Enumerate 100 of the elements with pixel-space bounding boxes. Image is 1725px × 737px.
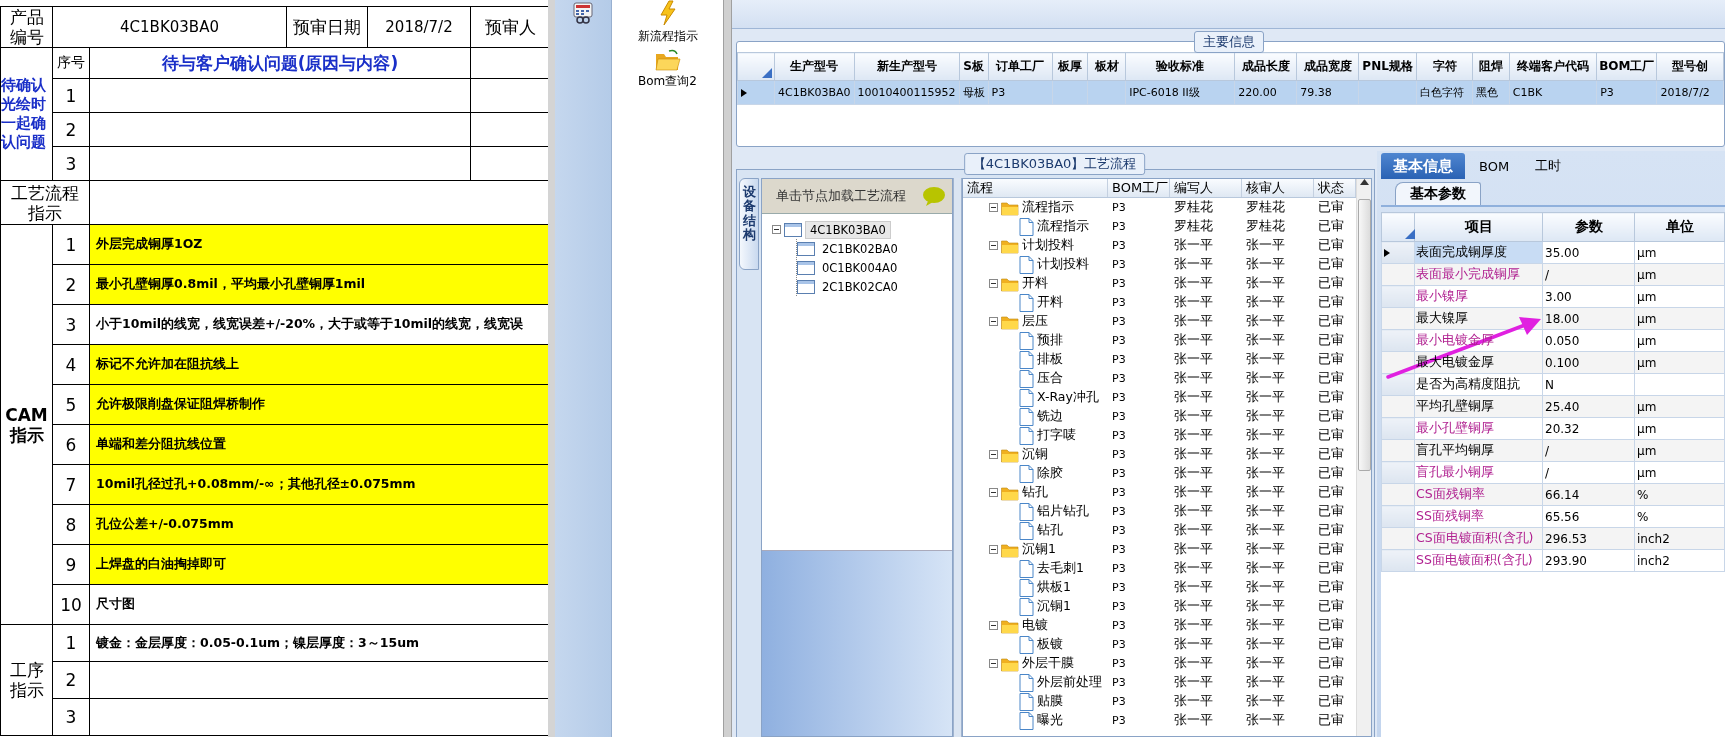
tree-node[interactable]: 开料 (1022, 275, 1048, 292)
scroll-thumb[interactable] (1357, 199, 1371, 471)
tree-node[interactable]: 0C1BK004A0 (818, 259, 902, 276)
collapse-icon[interactable] (989, 450, 998, 459)
tree-node[interactable]: 钻孔 (1022, 484, 1048, 501)
tree-node[interactable]: 层压 (1022, 313, 1048, 330)
column-header: 字符 (1416, 52, 1473, 81)
table-cell-text: 张一平 (1245, 674, 1286, 691)
tree-node[interactable]: 曝光 (1037, 712, 1063, 729)
table-cell: μm (1634, 285, 1725, 308)
table-cell-text: 张一平 (1173, 579, 1214, 596)
tree-node[interactable]: 去毛刺1 (1037, 560, 1084, 577)
tree-node[interactable]: 板镀 (1037, 636, 1063, 653)
table-cell-text: 张一平 (1173, 332, 1214, 349)
document-icon (1019, 502, 1034, 521)
tree-node[interactable]: 贴膜 (1037, 693, 1063, 710)
collapse-icon[interactable] (772, 225, 781, 234)
tree-node[interactable]: 流程指示 (1037, 218, 1089, 235)
table-cell-text: P3 (1111, 220, 1127, 233)
table-cell-text: 张一平 (1245, 636, 1286, 653)
toolbar-button[interactable]: 新流程指示 (635, 0, 700, 45)
tree-node[interactable]: 铣边 (1037, 408, 1063, 425)
collapse-icon[interactable] (989, 488, 998, 497)
table-cell-text: P3 (1111, 505, 1127, 518)
table-cell-text: 张一平 (1173, 560, 1214, 577)
tree-node[interactable]: 打字唛 (1037, 427, 1076, 444)
table-cell: CS面残铜率 (1416, 486, 1485, 501)
document-icon (1019, 597, 1034, 616)
tree-node[interactable]: 外层干膜 (1022, 655, 1074, 672)
tree-node[interactable]: 开料 (1037, 294, 1063, 311)
table-cell-text: 张一平 (1173, 522, 1214, 539)
tree-node[interactable]: 沉铜 (1022, 446, 1048, 463)
tree-node[interactable]: 2C1BK02CA0 (818, 278, 902, 295)
tree-node[interactable]: X-Ray冲孔 (1037, 389, 1099, 406)
table-cell-text: 张一平 (1245, 408, 1286, 425)
field-label: 预审日期 (286, 6, 368, 48)
table-cell-text: 张一平 (1173, 370, 1214, 387)
tree-node[interactable]: 电镀 (1022, 617, 1048, 634)
tree-node[interactable]: 沉铜1 (1037, 598, 1071, 615)
collapse-icon[interactable] (989, 659, 998, 668)
table-cell-text: P3 (1111, 695, 1127, 708)
row-number: 8 (52, 504, 90, 545)
table-cell-text: 罗桂花 (1173, 199, 1214, 216)
column-header: 单位 (1634, 212, 1725, 242)
instruction-text: 上焊盘的白油掏掉即可 (89, 544, 548, 585)
tree-node[interactable]: 烘板1 (1037, 579, 1071, 596)
column-header: 板厚 (1052, 52, 1088, 81)
side-tab[interactable]: 设备结构 (739, 178, 759, 270)
tab[interactable]: 基本信息 (1381, 153, 1465, 179)
table-cell-text: 张一平 (1245, 237, 1286, 254)
instruction-text: 最小孔壁铜厚0.8mil，平均最小孔壁铜厚1mil (89, 264, 548, 305)
table-cell: SS面残铜率 (1416, 508, 1484, 523)
tree-node[interactable]: 沉铜1 (1022, 541, 1056, 558)
tree-node[interactable]: 流程指示 (1022, 199, 1074, 216)
scroll-up-icon[interactable] (1359, 179, 1369, 185)
tree-node[interactable]: 预排 (1037, 332, 1063, 349)
tree-node[interactable]: 钻孔 (1037, 522, 1063, 539)
instruction-text: 外层完成铜厚1OZ (89, 224, 548, 265)
table-cell-text: 已审 (1317, 199, 1345, 216)
tree-node[interactable]: 压合 (1037, 370, 1063, 387)
section-label: CAM指示 (0, 224, 53, 625)
tree-node[interactable]: 除胶 (1037, 465, 1063, 482)
document-icon (1019, 407, 1034, 426)
table-cell: 最小镍厚 (1416, 288, 1468, 303)
collapse-icon[interactable] (989, 203, 998, 212)
tree-node[interactable]: 计划投料 (1037, 256, 1089, 273)
instruction-text: 允许极限削盘保证阻焊桥制作 (89, 384, 548, 425)
row-number: 4 (52, 344, 90, 385)
tree-node[interactable]: 铝片钻孔 (1037, 503, 1089, 520)
tab[interactable]: BOM (1467, 153, 1522, 179)
table-cell-text: 已审 (1317, 560, 1345, 577)
collapse-icon[interactable] (989, 621, 998, 630)
tree-node[interactable]: 2C1BK02BA0 (818, 240, 902, 257)
tab[interactable]: 基本参数 (1395, 182, 1481, 205)
column-header: 项目 (1414, 212, 1543, 242)
tree-node[interactable]: 4C1BK03BA0 (805, 220, 891, 239)
column-header: 成品宽度 (1296, 52, 1359, 81)
collapse-icon[interactable] (989, 545, 998, 554)
collapse-icon[interactable] (989, 317, 998, 326)
table-cell-text: P3 (1111, 353, 1127, 366)
column-header: S板 (959, 52, 988, 81)
calculator-icon[interactable] (572, 2, 594, 24)
folder-icon (1001, 237, 1019, 254)
table-cell-text: P3 (1111, 258, 1127, 271)
table-cell-text: 张一平 (1245, 427, 1286, 444)
collapse-icon[interactable] (989, 241, 998, 250)
table-cell-text: P3 (1111, 486, 1127, 499)
table-cell: 盲孔最小铜厚 (1416, 464, 1494, 479)
table-cell-text: 张一平 (1245, 484, 1286, 501)
folder-icon (1001, 655, 1019, 672)
tree-node[interactable]: 外层前处理 (1037, 674, 1102, 691)
tree-node[interactable]: 计划投料 (1022, 237, 1074, 254)
tab[interactable]: 工时 (1523, 153, 1574, 179)
toolbar-button[interactable]: Bom查询2 (636, 49, 699, 90)
table-cell: μm (1634, 241, 1725, 264)
tree-node[interactable]: 排板 (1037, 351, 1063, 368)
table-cell-text: P3 (1111, 239, 1127, 252)
folder-icon (654, 49, 681, 71)
column-header: BOM工厂 (1108, 179, 1170, 197)
collapse-icon[interactable] (989, 279, 998, 288)
